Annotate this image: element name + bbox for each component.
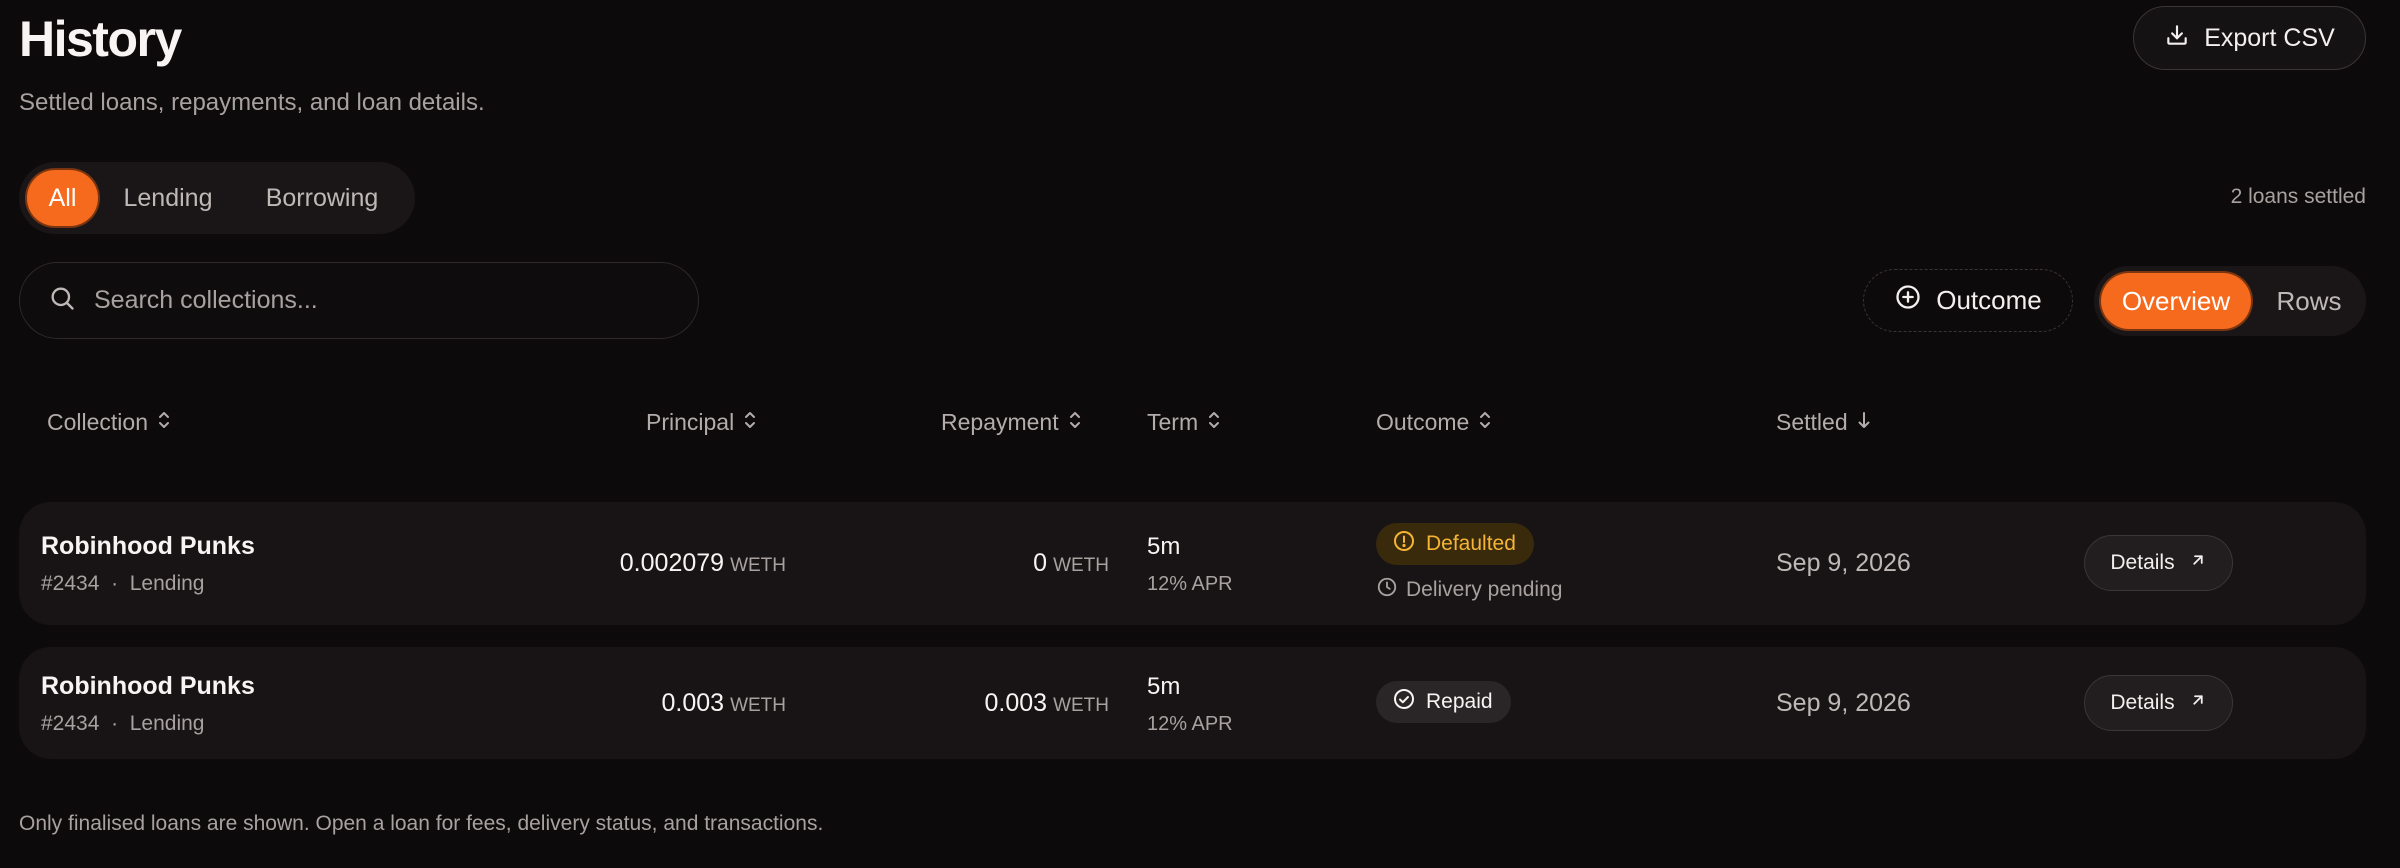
col-header-repayment[interactable]: Repayment xyxy=(941,409,1083,436)
outcome-filter-label: Outcome xyxy=(1936,285,2042,315)
col-header-term[interactable]: Term xyxy=(1147,409,1222,436)
search-box xyxy=(19,262,699,339)
details-button[interactable]: Details xyxy=(2084,535,2233,591)
principal-value: 0.003 xyxy=(661,689,725,717)
export-csv-button[interactable]: Export CSV xyxy=(2133,6,2366,70)
details-label: Details xyxy=(2110,551,2175,574)
export-csv-label: Export CSV xyxy=(2204,23,2335,52)
apr-value: 12% APR xyxy=(1147,713,1233,735)
col-repayment-label: Repayment xyxy=(941,409,1059,435)
col-settled-label: Settled xyxy=(1776,409,1848,435)
settled-date: Sep 9, 2026 xyxy=(1776,689,1911,717)
token-id: #2434 xyxy=(41,712,100,735)
principal-amount: 0.002079 WETH xyxy=(620,549,786,578)
repayment-amount: 0.003 WETH xyxy=(985,689,1110,718)
sort-icon xyxy=(742,409,758,436)
delivery-status: Delivery pending xyxy=(1376,576,1562,604)
search-input[interactable] xyxy=(94,286,654,315)
sort-desc-icon xyxy=(1856,409,1872,436)
col-header-collection[interactable]: Collection xyxy=(47,409,172,436)
settled-date: Sep 9, 2026 xyxy=(1776,549,1911,577)
loan-side: Lending xyxy=(129,712,205,735)
view-toggle: Overview Rows xyxy=(2094,266,2366,336)
delivery-status-label: Delivery pending xyxy=(1406,578,1563,601)
view-overview[interactable]: Overview xyxy=(2101,273,2251,329)
term-value: 5m xyxy=(1147,673,1181,700)
col-header-settled[interactable]: Settled xyxy=(1776,409,1872,436)
tab-borrowing[interactable]: Borrowing xyxy=(245,170,399,226)
principal-unit: WETH xyxy=(730,695,786,716)
status-label: Repaid xyxy=(1426,690,1493,713)
col-collection-label: Collection xyxy=(47,409,148,435)
details-button[interactable]: Details xyxy=(2084,675,2233,731)
principal-value: 0.002079 xyxy=(619,549,725,577)
tab-lending[interactable]: Lending xyxy=(111,170,225,226)
loan-count: 2 loans settled xyxy=(2230,185,2366,208)
sort-icon xyxy=(1067,409,1083,436)
col-header-principal[interactable]: Principal xyxy=(646,409,758,436)
principal-amount: 0.003 WETH xyxy=(662,689,787,718)
collection-name: Robinhood Punks xyxy=(41,672,255,700)
repayment-unit: WETH xyxy=(1053,555,1109,576)
principal-unit: WETH xyxy=(730,555,786,576)
meta-separator: · xyxy=(111,712,119,735)
clock-icon xyxy=(1376,576,1398,604)
view-rows[interactable]: Rows xyxy=(2264,273,2354,329)
sort-icon xyxy=(156,409,172,436)
loan-side: Lending xyxy=(129,572,205,595)
repayment-unit: WETH xyxy=(1053,695,1109,716)
collection-meta: #2434 · Lending xyxy=(41,712,205,736)
status-badge: Repaid xyxy=(1376,681,1511,723)
col-principal-label: Principal xyxy=(646,409,735,435)
col-header-outcome[interactable]: Outcome xyxy=(1376,409,1493,436)
download-icon xyxy=(2164,22,2190,55)
page-subtitle: Settled loans, repayments, and loan deta… xyxy=(19,89,485,116)
col-outcome-label: Outcome xyxy=(1376,409,1470,435)
footer-note: Only finalised loans are shown. Open a l… xyxy=(19,812,824,835)
col-term-label: Term xyxy=(1147,409,1199,435)
term-value: 5m xyxy=(1147,533,1181,560)
table-row[interactable]: Robinhood Punks #2434 · Lending 0.002079… xyxy=(19,502,2366,625)
status-label: Defaulted xyxy=(1426,532,1516,555)
outcome-filter-button[interactable]: Outcome xyxy=(1863,269,2073,332)
plus-circle-icon xyxy=(1894,283,1922,318)
search-icon xyxy=(48,284,76,317)
repayment-value: 0 xyxy=(1033,549,1048,577)
alert-circle-icon xyxy=(1392,529,1416,559)
check-circle-icon xyxy=(1392,687,1416,717)
page-title: History xyxy=(19,11,182,67)
table-row[interactable]: Robinhood Punks #2434 · Lending 0.003 WET… xyxy=(19,647,2366,759)
repayment-value: 0.003 xyxy=(984,689,1048,717)
repayment-amount: 0 WETH xyxy=(1033,549,1109,578)
arrow-up-right-icon xyxy=(2189,551,2207,575)
collection-meta: #2434 · Lending xyxy=(41,572,205,596)
collection-name: Robinhood Punks xyxy=(41,532,255,560)
tab-all[interactable]: All xyxy=(27,170,98,226)
scope-tabs: All Lending Borrowing xyxy=(19,162,415,234)
sort-icon xyxy=(1206,409,1222,436)
token-id: #2434 xyxy=(41,572,100,595)
details-label: Details xyxy=(2110,691,2175,714)
arrow-up-right-icon xyxy=(2189,691,2207,715)
sort-icon xyxy=(1477,409,1493,436)
status-badge: Defaulted xyxy=(1376,523,1534,565)
meta-separator: · xyxy=(111,572,119,595)
apr-value: 12% APR xyxy=(1147,573,1233,595)
